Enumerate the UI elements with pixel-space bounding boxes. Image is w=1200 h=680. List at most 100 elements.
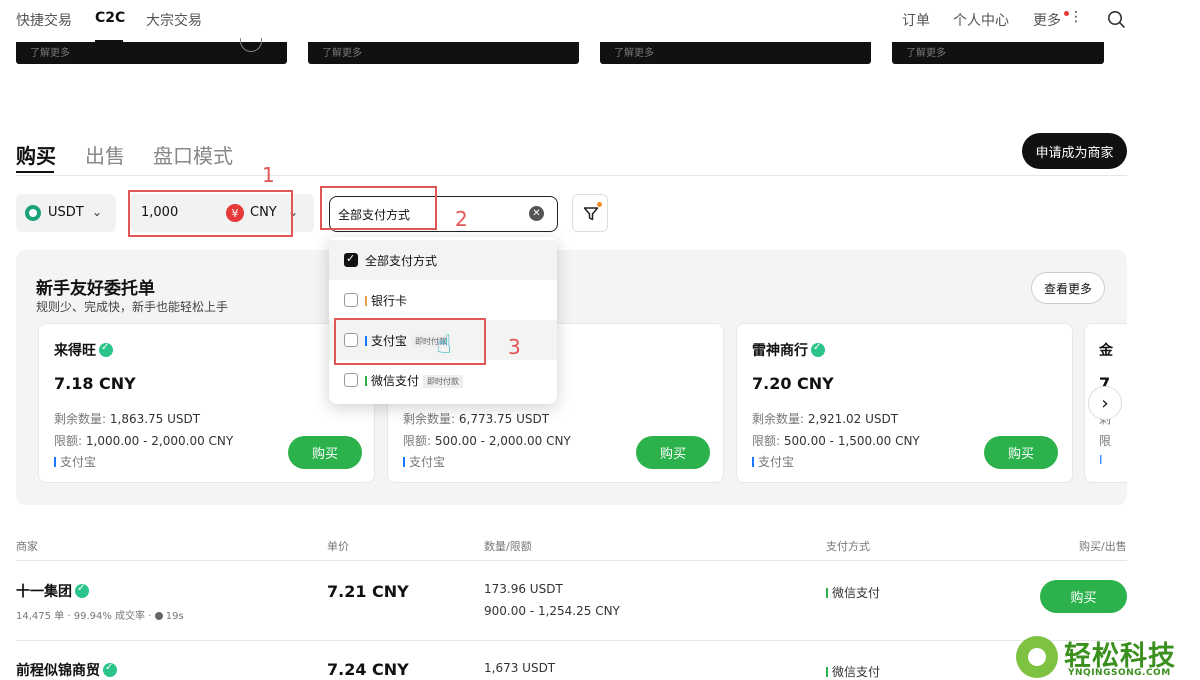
option-label: 微信支付 即时付款	[365, 372, 464, 389]
merchant-name[interactable]: 金	[1099, 340, 1113, 360]
buy-button[interactable]: 购买	[636, 436, 710, 469]
dropdown-option[interactable]: 微信支付 即时付款	[329, 360, 557, 400]
divider	[16, 175, 1127, 176]
clear-icon[interactable]: ✕	[529, 206, 544, 221]
ad-limit: 限额: 500.00 - 2,000.00 CNY	[403, 434, 571, 448]
buy-button[interactable]: 购买	[1040, 580, 1127, 613]
usdt-coin-icon	[25, 205, 41, 221]
see-more-button[interactable]: 查看更多	[1031, 272, 1105, 304]
promo-banner[interactable]: 了解更多	[600, 42, 871, 64]
ad-price: 7.18 CNY	[54, 374, 136, 393]
promo-banner[interactable]: 了解更多	[308, 42, 579, 64]
promo-banner[interactable]: 了解更多	[16, 38, 287, 64]
merchant-name[interactable]: 雷神商行	[752, 340, 825, 360]
more-dots-icon[interactable]: ⋮	[1069, 9, 1083, 25]
annotation-box	[320, 186, 437, 230]
column-header-quantity: 数量/限额	[484, 540, 532, 553]
ad-quantity: 剩余数量: 6,773.75 USDT	[403, 412, 550, 426]
row-payment-method: 微信支付	[826, 584, 880, 601]
column-header-action: 购买/出售	[1079, 540, 1127, 553]
newbie-friendly-panel: 新手友好委托单 规则少、完成快，新手也能轻松上手 查看更多 来得旺 7.18 C…	[16, 250, 1127, 505]
verified-badge-icon	[99, 342, 113, 357]
row-price: 7.24 CNY	[327, 660, 409, 679]
option-label: 全部支付方式	[365, 254, 438, 268]
nav-orders[interactable]: 订单	[902, 10, 930, 30]
column-header-merchant: 商家	[16, 540, 38, 553]
divider	[16, 640, 1127, 641]
dropdown-option[interactable]: 全部支付方式	[329, 240, 557, 280]
annotation-box	[334, 318, 486, 365]
annotation-number: 1	[262, 163, 275, 187]
filter-icon	[583, 207, 599, 221]
next-arrow-icon[interactable]: ›	[1088, 386, 1122, 420]
banner-link[interactable]: 了解更多	[30, 44, 70, 59]
ad-quantity: 剩余数量: 2,921.02 USDT	[752, 412, 899, 426]
tab-active-underline	[16, 171, 54, 173]
option-label: 银行卡	[365, 292, 407, 309]
banner-link[interactable]: 了解更多	[614, 44, 654, 59]
become-merchant-button[interactable]: 申请成为商家	[1022, 133, 1127, 169]
instant-pay-tag: 即时付款	[423, 375, 464, 388]
top-nav: 快捷交易 C2C 大宗交易 订单 个人中心 更多 ⋮	[0, 0, 1200, 42]
nav-profile[interactable]: 个人中心	[953, 10, 1009, 30]
newbie-ad-card: 来得旺 7.18 CNY 剩余数量: 1,863.75 USDT 限额: 1,0…	[38, 323, 375, 483]
ad-payment-method: I	[1099, 453, 1103, 467]
newbie-title: 新手友好委托单	[36, 279, 155, 299]
ad-price: 7.20 CNY	[752, 374, 834, 393]
annotation-number: 2	[455, 207, 468, 231]
annotation-number: 3	[508, 335, 521, 359]
row-price: 7.21 CNY	[327, 582, 409, 601]
divider	[16, 560, 1127, 561]
watermark-logo-icon	[1016, 636, 1058, 678]
row-quantity: 1,673 USDT	[484, 661, 556, 675]
nav-block-trade[interactable]: 大宗交易	[146, 10, 202, 30]
banner-link[interactable]: 了解更多	[906, 44, 946, 59]
newbie-subtitle: 规则少、完成快，新手也能轻松上手	[36, 300, 229, 314]
filter-button[interactable]	[572, 194, 608, 232]
checkbox[interactable]	[344, 293, 358, 307]
newbie-ad-card: 雷神商行 7.20 CNY 剩余数量: 2,921.02 USDT 限额: 50…	[736, 323, 1073, 483]
tab-sell[interactable]: 出售	[85, 140, 125, 169]
chevron-down-icon: ⌄	[92, 205, 103, 219]
filter-active-dot	[597, 202, 602, 207]
column-header-payment: 支付方式	[826, 540, 870, 553]
merchant-name[interactable]: 十一集团	[16, 581, 89, 601]
annotation-box	[128, 190, 293, 237]
banner-graphic-icon	[240, 38, 262, 52]
tab-buy[interactable]: 购买	[16, 140, 56, 169]
nav-quick-trade[interactable]: 快捷交易	[16, 10, 72, 30]
verified-badge-icon	[811, 342, 825, 357]
buy-button[interactable]: 购买	[984, 436, 1058, 469]
nav-more[interactable]: 更多	[1033, 10, 1061, 30]
nav-c2c[interactable]: C2C	[95, 10, 125, 26]
promo-banner[interactable]: 了解更多	[892, 42, 1104, 64]
checkbox[interactable]	[344, 373, 358, 387]
ad-quantity: 剩余数量: 1,863.75 USDT	[54, 412, 201, 426]
column-header-price: 单价	[327, 540, 349, 553]
merchant-name[interactable]: 前程似锦商贸	[16, 660, 117, 680]
ad-payment-method: 支付宝	[752, 453, 794, 470]
banner-link[interactable]: 了解更多	[322, 44, 362, 59]
watermark-subtitle: YNQINGSONG.COM	[1068, 668, 1171, 678]
row-limit: 900.00 - 1,254.25 CNY	[484, 604, 620, 618]
ad-limit: 限额: 1,000.00 - 2,000.00 CNY	[54, 434, 234, 448]
clock-icon	[154, 612, 163, 620]
coin-select-value: USDT	[48, 205, 84, 220]
merchant-stats: 14,475 单 · 99.94% 成交率 · 19s	[16, 611, 184, 622]
coin-select[interactable]: USDT ⌄	[16, 194, 116, 232]
watermark-logo: 轻松科技 YNQINGSONG.COM	[1014, 634, 1200, 680]
ad-limit: 限额: 500.00 - 1,500.00 CNY	[752, 434, 920, 448]
checkbox-checked[interactable]	[344, 252, 358, 267]
ad-limit: 限	[1099, 434, 1112, 448]
buy-button[interactable]: 购买	[288, 436, 362, 469]
verified-badge-icon	[75, 583, 89, 598]
ad-payment-method: 支付宝	[403, 453, 445, 470]
ad-payment-method: 支付宝	[54, 453, 96, 470]
dropdown-option[interactable]: 银行卡	[329, 280, 557, 320]
row-quantity: 173.96 USDT	[484, 582, 563, 596]
verified-badge-icon	[103, 662, 117, 677]
search-icon[interactable]	[1107, 10, 1126, 29]
tab-orderbook[interactable]: 盘口模式	[153, 140, 233, 169]
row-payment-method: 微信支付	[826, 663, 880, 680]
merchant-name[interactable]: 来得旺	[54, 340, 113, 360]
